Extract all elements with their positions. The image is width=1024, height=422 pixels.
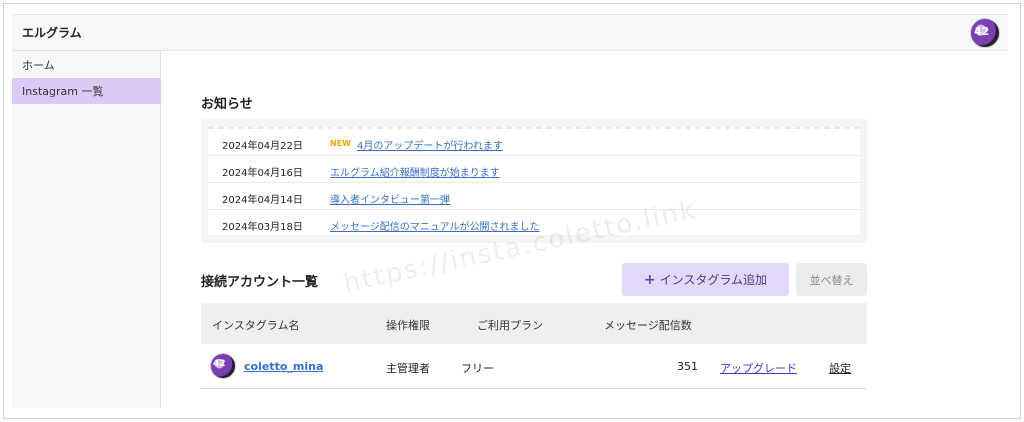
notice-list: 2024年04月22日 NEW 4月のアップデートが行われます 2024年04月… [208,127,860,235]
notice-date: 2024年04月14日 [222,195,303,206]
message-count: 351 [677,360,698,373]
notice-link[interactable]: エルグラム紹介報酬制度が始まります [330,164,500,179]
add-instagram-label: インスタグラム追加 [659,273,767,287]
upgrade-link[interactable]: アップグレード [720,360,797,376]
notice-date: 2024年03月18日 [222,222,303,233]
notice-date: 2024年04月22日 [222,141,303,152]
sidebar-item-instagram-list[interactable]: Instagram 一覧 [12,78,161,104]
account-role: 主管理者 [386,362,430,375]
top-bar: エルグラム 42 [12,14,1008,51]
notice-link[interactable]: 導入者インタビュー第一弾 [330,191,450,206]
sidebar: ホーム Instagram 一覧 [12,51,161,408]
settings-link[interactable]: 設定 [829,360,851,376]
notice-section-title: お知らせ [201,97,253,112]
accounts-section-title: 接続アカウント一覧 [201,275,319,290]
user-avatar[interactable]: 42 [970,18,1000,48]
column-header-instagram-name: インスタグラム名 [212,319,300,332]
notice-date: 2024年04月16日 [222,168,303,179]
notice-link[interactable]: メッセージ配信のマニュアルが公開されました [330,218,540,233]
sort-button[interactable]: 並べ替え [796,263,867,296]
notice-row: 2024年04月22日 NEW 4月のアップデートが行われます [208,129,860,156]
plus-icon: + [644,272,656,288]
add-instagram-button[interactable]: + インスタグラム追加 [622,263,789,296]
accounts-table-header: インスタグラム名 操作権限 ご利用プラン メッセージ配信数 [201,303,867,344]
notice-row: 2024年04月14日 導入者インタビュー第一弾 [208,183,860,210]
notice-link[interactable]: 4月のアップデートが行われます [357,137,503,152]
column-header-plan: ご利用プラン [477,319,543,332]
sidebar-item-home[interactable]: ホーム [12,52,161,78]
table-row: 42 coletto_mina 主管理者 フリー 351 アップグレード 設定 [201,344,867,389]
account-name-link[interactable]: coletto_mina [244,360,323,373]
account-avatar: 42 [210,353,236,379]
column-header-message-count: メッセージ配信数 [604,319,692,332]
avatar-text: 42 [974,25,990,38]
app-title: エルグラム [22,26,82,40]
new-badge: NEW [330,139,351,148]
account-plan: フリー [461,362,494,375]
notice-row: 2024年04月16日 エルグラム紹介報酬制度が始まります [208,156,860,183]
notice-box: 2024年04月22日 NEW 4月のアップデートが行われます 2024年04月… [201,119,867,243]
avatar-text: 42 [213,359,226,369]
column-header-permission: 操作権限 [386,319,430,332]
